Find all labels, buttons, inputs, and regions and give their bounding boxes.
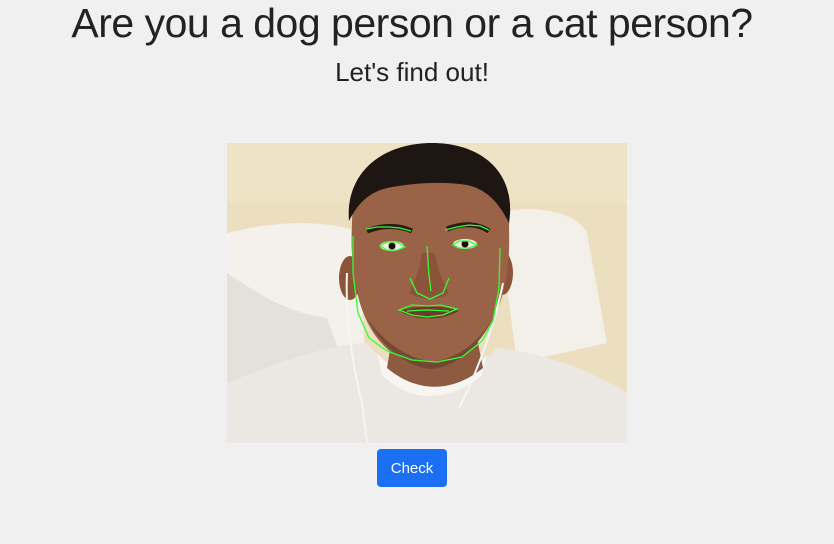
- left-pupil: [388, 242, 396, 250]
- face-image: [227, 143, 627, 443]
- webcam-photo: [227, 143, 627, 443]
- page-subtitle: Let's find out!: [335, 57, 489, 87]
- page-title: Are you a dog person or a cat person?: [71, 0, 753, 46]
- check-button[interactable]: Check: [377, 449, 447, 487]
- page: Are you a dog person or a cat person? Le…: [0, 0, 834, 544]
